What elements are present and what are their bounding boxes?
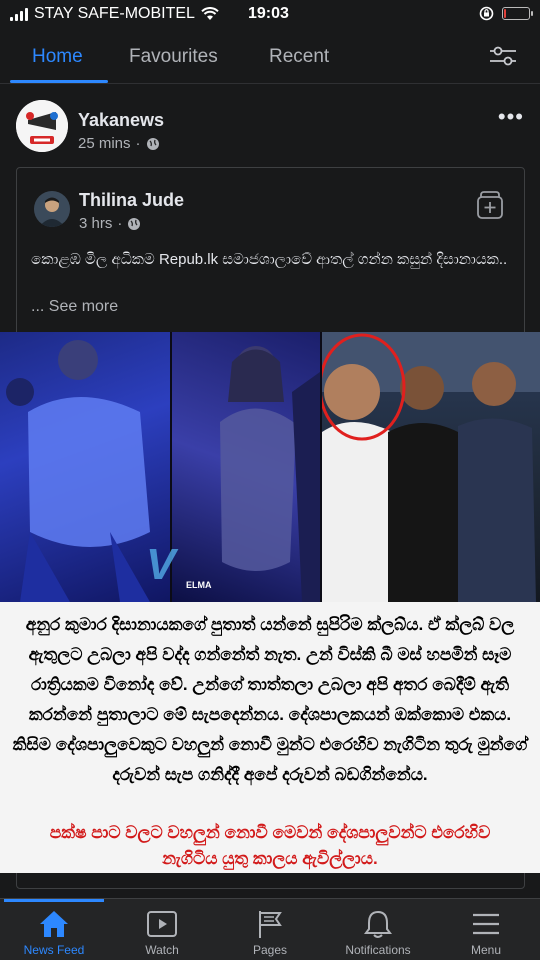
nav-watch[interactable]: Watch xyxy=(108,899,216,960)
nav-label: News Feed xyxy=(23,943,85,957)
shared-meta: 3 hrs · xyxy=(79,215,141,232)
shared-author[interactable]: Thilina Jude xyxy=(79,190,184,211)
pages-flag-icon xyxy=(259,911,282,938)
post-time[interactable]: 25 mins xyxy=(78,135,131,152)
post-meta: 25 mins · xyxy=(78,135,160,152)
clock: 19:03 xyxy=(248,5,289,22)
feed-tabs: Home Favourites Recent xyxy=(0,30,540,84)
bottom-navigation: News Feed Watch Pages Notifications Menu xyxy=(0,898,540,960)
watch-icon xyxy=(147,911,177,937)
profile-photo-icon xyxy=(34,191,70,227)
rotation-lock-icon xyxy=(479,6,494,21)
home-icon xyxy=(40,911,68,937)
shared-time[interactable]: 3 hrs xyxy=(79,215,112,232)
battery-icon xyxy=(502,7,533,20)
save-add-icon[interactable] xyxy=(476,190,504,220)
status-bar: STAY SAFE-MOBITEL 19:03 xyxy=(0,0,540,30)
bell-icon xyxy=(364,910,392,938)
watermark-logo: V xyxy=(146,540,176,589)
yakanews-logo-icon xyxy=(16,100,68,152)
nav-menu[interactable]: Menu xyxy=(432,899,540,960)
post-options-icon[interactable]: ••• xyxy=(498,104,524,130)
watermark-text: ELMA xyxy=(186,580,212,590)
meta-separator: · xyxy=(135,135,141,152)
nav-label: Watch xyxy=(145,943,179,957)
hamburger-icon xyxy=(473,913,499,935)
shared-post-text: කොළඹ මිල අධිකම Repub.lk සමාජශාලාවේ ආතල් … xyxy=(31,251,508,268)
wifi-icon xyxy=(201,7,219,20)
shared-author-avatar[interactable] xyxy=(34,191,70,227)
photo-panel-group xyxy=(318,332,540,602)
image-caption-box: අනුර කුමාර දිසානායකගේ පුතාත් යන්නේ සුපිර… xyxy=(0,602,540,873)
signal-icon xyxy=(10,7,28,21)
photo-figure-1 xyxy=(6,340,150,602)
globe-icon xyxy=(128,217,141,230)
post-header: Yakanews 25 mins · ••• xyxy=(0,98,540,158)
nav-label: Pages xyxy=(252,943,288,957)
carrier-name: STAY SAFE-MOBITEL xyxy=(34,5,195,22)
battery-level xyxy=(504,9,506,18)
carrier-group: STAY SAFE-MOBITEL xyxy=(10,5,219,23)
photo-figure-3 xyxy=(318,332,540,602)
tab-favourites[interactable]: Favourites xyxy=(129,46,218,68)
photo-panel-dancing-man xyxy=(0,332,170,602)
see-more-link[interactable]: ... See more xyxy=(31,298,118,316)
caption-main-text: අනුර කුමාර දිසානායකගේ පුතාත් යන්නේ සුපිර… xyxy=(12,615,528,784)
page-avatar[interactable] xyxy=(16,100,68,152)
nav-news-feed[interactable]: News Feed xyxy=(0,899,108,960)
caption-red-text: පක්ෂ පාට වලට වහලුන් නොවී මෙවන් දේශපාලුවන… xyxy=(49,823,491,868)
photo-panel-dancing-woman xyxy=(172,332,320,602)
status-right xyxy=(479,6,533,21)
tab-recent[interactable]: Recent xyxy=(269,46,329,68)
active-tab-indicator xyxy=(10,80,108,83)
tab-home[interactable]: Home xyxy=(32,46,83,68)
nav-label: Notifications xyxy=(345,943,411,957)
nav-notifications[interactable]: Notifications xyxy=(324,899,432,960)
nav-pages[interactable]: Pages xyxy=(216,899,324,960)
meta-separator: · xyxy=(117,215,123,232)
filter-settings-icon[interactable] xyxy=(488,44,518,68)
globe-icon xyxy=(146,137,159,150)
post-image[interactable]: V ELMA අනුර කුමාර දිසානායකගේ පුතාත් යන්න… xyxy=(0,332,540,873)
photo-figure-2 xyxy=(220,346,320,602)
nav-label: Menu xyxy=(470,943,502,957)
post-author[interactable]: Yakanews xyxy=(78,110,164,131)
